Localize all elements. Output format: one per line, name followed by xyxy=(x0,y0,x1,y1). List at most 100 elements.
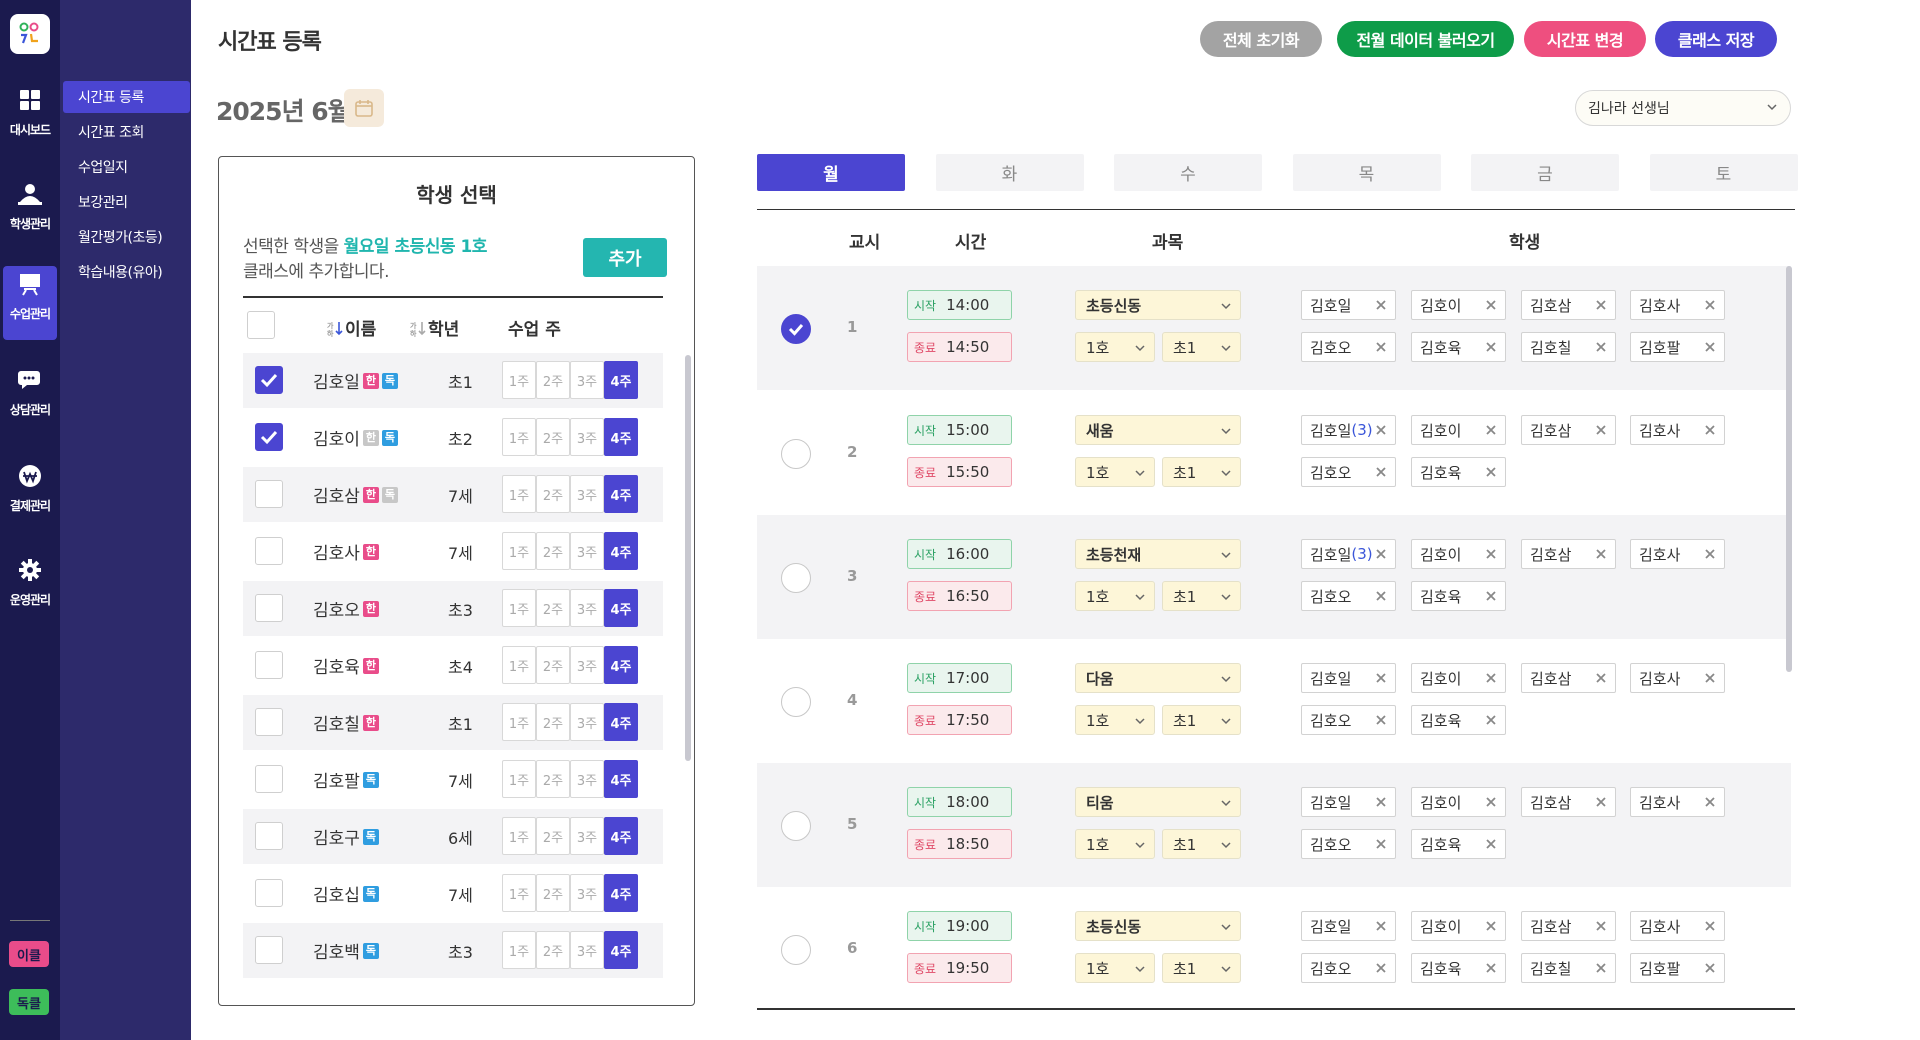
rail-item-payment[interactable]: 결제관리 xyxy=(3,458,57,520)
rail-badge-0[interactable]: 이클 xyxy=(9,941,49,967)
student-checkbox[interactable] xyxy=(255,708,283,736)
submenu-item[interactable]: 수업일지 xyxy=(63,151,190,183)
remove-icon[interactable] xyxy=(1594,671,1608,685)
week-toggle[interactable]: 2주 xyxy=(536,589,570,627)
subject-select[interactable]: 새움 xyxy=(1075,415,1241,445)
remove-icon[interactable] xyxy=(1484,919,1498,933)
grade-select[interactable]: 초1 xyxy=(1162,581,1241,611)
submenu-item[interactable]: 학습내용(유아) xyxy=(63,256,190,288)
week-toggle[interactable]: 3주 xyxy=(570,646,604,684)
end-time-input[interactable]: 종료 16:50 xyxy=(907,581,1012,611)
class-select-radio[interactable] xyxy=(781,439,811,469)
week-toggle[interactable]: 3주 xyxy=(570,361,604,399)
student-row[interactable]: 김호십 독 7세 1주 2주 3주 4주 xyxy=(243,866,663,921)
room-select[interactable]: 1호 xyxy=(1075,705,1155,735)
remove-icon[interactable] xyxy=(1484,837,1498,851)
week-toggle[interactable]: 2주 xyxy=(536,361,570,399)
student-checkbox[interactable] xyxy=(255,480,283,508)
tab-day[interactable]: 토 xyxy=(1649,154,1798,191)
room-select[interactable]: 1호 xyxy=(1075,581,1155,611)
remove-icon[interactable] xyxy=(1374,795,1388,809)
rail-badge-1[interactable]: 독클 xyxy=(9,989,49,1015)
room-select[interactable]: 1호 xyxy=(1075,953,1155,983)
end-time-input[interactable]: 종료 18:50 xyxy=(907,829,1012,859)
week-toggle[interactable]: 4주 xyxy=(604,874,638,912)
week-toggle[interactable]: 3주 xyxy=(570,703,604,741)
student-checkbox[interactable] xyxy=(255,366,283,394)
subject-select[interactable]: 초등천재 xyxy=(1075,539,1241,569)
sort-grade-header[interactable]: 가하 학년 xyxy=(410,315,459,340)
week-toggle[interactable]: 2주 xyxy=(536,703,570,741)
remove-icon[interactable] xyxy=(1594,795,1608,809)
week-toggle[interactable]: 1주 xyxy=(502,589,536,627)
tab-day[interactable]: 금 xyxy=(1471,154,1619,191)
room-select[interactable]: 1호 xyxy=(1075,457,1155,487)
class-select-radio[interactable] xyxy=(781,935,811,965)
room-select[interactable]: 1호 xyxy=(1075,829,1155,859)
grade-select[interactable]: 초1 xyxy=(1162,705,1241,735)
week-toggle[interactable]: 1주 xyxy=(502,931,536,969)
end-time-input[interactable]: 종료 14:50 xyxy=(907,332,1012,362)
week-toggle[interactable]: 1주 xyxy=(502,817,536,855)
week-toggle[interactable]: 1주 xyxy=(502,646,536,684)
remove-icon[interactable] xyxy=(1594,423,1608,437)
week-toggle[interactable]: 3주 xyxy=(570,532,604,570)
start-time-input[interactable]: 시작 19:00 xyxy=(907,911,1012,941)
week-toggle[interactable]: 4주 xyxy=(604,760,638,798)
week-toggle[interactable]: 1주 xyxy=(502,703,536,741)
tab-day[interactable]: 화 xyxy=(935,154,1084,191)
change-schedule-button[interactable]: 시간표 변경 xyxy=(1524,21,1646,57)
rail-item-class[interactable]: 수업관리 xyxy=(3,266,57,340)
student-row[interactable]: 김호육 한 초4 1주 2주 3주 4주 xyxy=(243,638,663,693)
week-toggle[interactable]: 4주 xyxy=(604,817,638,855)
student-row[interactable]: 김호사 한 7세 1주 2주 3주 4주 xyxy=(243,524,663,579)
add-student-button[interactable]: 추가 xyxy=(583,238,667,277)
tab-day[interactable]: 목 xyxy=(1292,154,1441,191)
week-toggle[interactable]: 1주 xyxy=(502,874,536,912)
student-row[interactable]: 김호이 한 독 초2 1주 2주 3주 4주 xyxy=(243,410,663,465)
student-checkbox[interactable] xyxy=(255,879,283,907)
remove-icon[interactable] xyxy=(1484,589,1498,603)
schedule-scrollbar[interactable] xyxy=(1786,266,1792,672)
remove-icon[interactable] xyxy=(1374,713,1388,727)
week-toggle[interactable]: 2주 xyxy=(536,931,570,969)
week-toggle[interactable]: 4주 xyxy=(604,475,638,513)
week-toggle[interactable]: 4주 xyxy=(604,532,638,570)
week-toggle[interactable]: 4주 xyxy=(604,931,638,969)
remove-icon[interactable] xyxy=(1374,589,1388,603)
week-toggle[interactable]: 4주 xyxy=(604,589,638,627)
select-all-checkbox[interactable] xyxy=(247,311,275,339)
week-toggle[interactable]: 3주 xyxy=(570,475,604,513)
week-toggle[interactable]: 1주 xyxy=(502,361,536,399)
week-toggle[interactable]: 2주 xyxy=(536,418,570,456)
remove-icon[interactable] xyxy=(1374,423,1388,437)
remove-icon[interactable] xyxy=(1703,547,1717,561)
room-select[interactable]: 1호 xyxy=(1075,332,1155,362)
submenu-item[interactable]: 보강관리 xyxy=(63,186,190,218)
subject-select[interactable]: 티움 xyxy=(1075,787,1241,817)
class-select-radio[interactable] xyxy=(781,314,811,344)
subject-select[interactable]: 초등신동 xyxy=(1075,290,1241,320)
remove-icon[interactable] xyxy=(1374,547,1388,561)
class-select-radio[interactable] xyxy=(781,811,811,841)
remove-icon[interactable] xyxy=(1374,671,1388,685)
remove-icon[interactable] xyxy=(1594,961,1608,975)
save-class-button[interactable]: 클래스 저장 xyxy=(1655,21,1777,57)
start-time-input[interactable]: 시작 16:00 xyxy=(907,539,1012,569)
start-time-input[interactable]: 시작 14:00 xyxy=(907,290,1012,320)
remove-icon[interactable] xyxy=(1703,795,1717,809)
end-time-input[interactable]: 종료 17:50 xyxy=(907,705,1012,735)
end-time-input[interactable]: 종료 19:50 xyxy=(907,953,1012,983)
rail-item-student[interactable]: 학생관리 xyxy=(3,176,57,238)
student-row[interactable]: 김호삼 한 독 7세 1주 2주 3주 4주 xyxy=(243,467,663,522)
reset-all-button[interactable]: 전체 초기화 xyxy=(1200,21,1322,57)
submenu-item[interactable]: 월간평가(초등) xyxy=(63,221,190,253)
remove-icon[interactable] xyxy=(1484,713,1498,727)
student-checkbox[interactable] xyxy=(255,822,283,850)
week-toggle[interactable]: 1주 xyxy=(502,760,536,798)
week-toggle[interactable]: 3주 xyxy=(570,817,604,855)
remove-icon[interactable] xyxy=(1594,547,1608,561)
student-checkbox[interactable] xyxy=(255,651,283,679)
remove-icon[interactable] xyxy=(1374,298,1388,312)
remove-icon[interactable] xyxy=(1703,961,1717,975)
